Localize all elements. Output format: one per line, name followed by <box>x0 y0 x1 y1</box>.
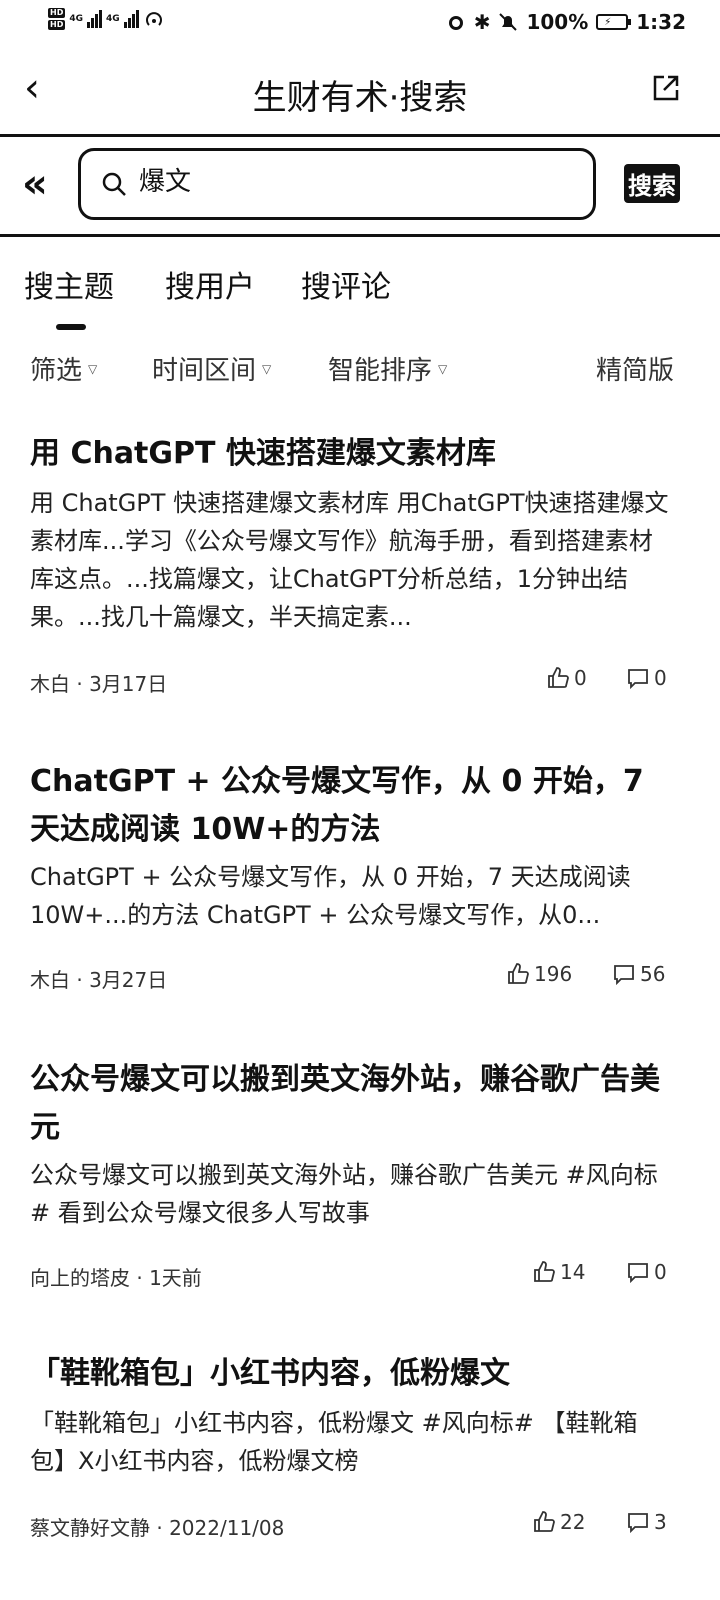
hd-badges: HD HD <box>48 8 66 30</box>
comment-count: 0 <box>654 1260 667 1284</box>
compact-mode-toggle[interactable]: 精简版 <box>596 350 674 387</box>
time-range-dropdown[interactable]: 时间区间 ▽ <box>152 350 271 387</box>
alarm-icon <box>448 16 463 30</box>
result-title: ChatGPT + 公众号爆文写作，从 0 开始，7 天达成阅读 10W+的方法 <box>30 764 644 847</box>
signal-icon <box>123 10 139 28</box>
result-title: 公众号爆文可以搬到英文海外站，赚谷歌广告美元 <box>30 1062 660 1145</box>
like-button[interactable]: 196 <box>506 962 572 986</box>
like-count: 196 <box>534 962 573 986</box>
comment-button[interactable]: 56 <box>612 962 665 986</box>
result-snippet: ChatGPT + 公众号爆文写作，从 0 开始，7 天达成阅读 10W+...… <box>30 863 631 929</box>
like-button[interactable]: 0 <box>546 666 587 690</box>
author-name[interactable]: 向上的塔皮 <box>30 1266 130 1290</box>
network-label: 4G <box>106 14 120 24</box>
comment-icon <box>628 669 648 690</box>
comment-count: 3 <box>654 1510 667 1534</box>
signal-icon <box>87 10 102 28</box>
filter-label: 筛选 <box>30 356 83 386</box>
result-snippet: 用 ChatGPT 快速搭建爆文素材库 用ChatGPT快速搭建爆文素材库...… <box>30 489 669 631</box>
comment-button[interactable]: 0 <box>626 666 667 690</box>
post-date: 2022/11/08 <box>169 1516 285 1540</box>
result-snippet: 公众号爆文可以搬到英文海外站，赚谷歌广告美元 #风向标# 看到公众号爆文很多人写… <box>30 1161 658 1227</box>
like-button[interactable]: 14 <box>532 1260 585 1284</box>
thumbs-up-icon <box>534 1511 555 1532</box>
thumbs-up-icon <box>508 963 529 984</box>
result-meta: 木白 · 3月27日 <box>30 968 168 992</box>
active-tab-indicator <box>56 324 86 330</box>
status-bar: HD HD 4G 4G ✱ 100% ⚡ 1:32 <box>0 0 720 50</box>
title-bar: ‹ 生财有术·搜索 <box>0 50 720 137</box>
result-meta: 蔡文静好文静 · 2022/11/08 <box>30 1516 285 1540</box>
filter-bar: 筛选 ▽ 时间区间 ▽ 智能排序 ▽ 精简版 <box>0 350 720 394</box>
comment-icon <box>628 1513 648 1534</box>
comment-count: 0 <box>654 666 667 690</box>
filter-dropdown[interactable]: 筛选 ▽ <box>30 350 97 387</box>
post-date: 3月17日 <box>89 672 168 696</box>
page-title: 生财有术·搜索 <box>252 78 468 118</box>
comment-button[interactable]: 0 <box>626 1260 667 1284</box>
search-box[interactable] <box>78 148 596 220</box>
tab-bar: 搜主题 搜用户 搜评论 <box>0 258 720 338</box>
like-button[interactable]: 22 <box>532 1510 585 1534</box>
hd-badge: HD <box>48 20 66 30</box>
result-meta: 木白 · 3月17日 <box>30 672 168 696</box>
search-input[interactable] <box>137 163 561 195</box>
sort-label: 智能排序 <box>328 356 433 386</box>
like-count: 0 <box>574 666 587 690</box>
network-label: 4G <box>69 14 83 24</box>
time-range-label: 时间区间 <box>152 356 257 386</box>
battery-percent: 100% <box>526 10 589 34</box>
result-title: 「鞋靴箱包」小红书内容，低粉爆文 <box>30 1356 510 1391</box>
hotspot-icon <box>145 12 162 26</box>
search-bar: « 搜索 <box>0 134 720 237</box>
caret-down-icon: ▽ <box>438 361 448 376</box>
mute-icon <box>499 13 518 31</box>
hd-badge: HD <box>48 8 66 18</box>
comment-button[interactable]: 3 <box>626 1510 667 1534</box>
thumbs-up-icon <box>534 1261 555 1282</box>
status-right: ✱ 100% ⚡ 1:32 <box>446 10 686 34</box>
comment-count: 56 <box>640 962 666 986</box>
result-title: 用 ChatGPT 快速搭建爆文素材库 <box>30 436 496 471</box>
like-count: 14 <box>560 1260 586 1284</box>
tab-users[interactable]: 搜用户 <box>165 262 255 306</box>
search-icon <box>102 172 126 196</box>
comment-icon <box>628 1263 648 1284</box>
clock: 1:32 <box>636 10 686 34</box>
comment-icon <box>614 965 634 986</box>
like-count: 22 <box>560 1510 586 1534</box>
status-left: HD HD 4G 4G <box>48 8 165 30</box>
post-date: 1天前 <box>149 1266 202 1290</box>
bluetooth-icon: ✱ <box>473 10 491 34</box>
result-meta: 向上的塔皮 · 1天前 <box>30 1266 202 1290</box>
author-name[interactable]: 蔡文静好文静 <box>30 1516 150 1540</box>
open-external-icon[interactable] <box>652 74 680 102</box>
author-name[interactable]: 木白 <box>30 672 70 696</box>
double-chevron-left-icon[interactable]: « <box>22 162 48 206</box>
tab-comments[interactable]: 搜评论 <box>301 262 391 306</box>
caret-down-icon: ▽ <box>262 361 272 376</box>
thumbs-up-icon <box>548 667 569 688</box>
sort-dropdown[interactable]: 智能排序 ▽ <box>328 350 447 387</box>
search-button[interactable]: 搜索 <box>624 164 680 203</box>
compact-mode-label: 精简版 <box>596 356 675 386</box>
tab-topics[interactable]: 搜主题 <box>24 262 114 306</box>
caret-down-icon: ▽ <box>88 361 98 376</box>
battery-icon: ⚡ <box>596 14 632 30</box>
author-name[interactable]: 木白 <box>30 968 70 992</box>
result-snippet: 「鞋靴箱包」小红书内容，低粉爆文 #风向标# 【鞋靴箱包】X小红书内容，低粉爆文… <box>30 1409 638 1475</box>
post-date: 3月27日 <box>89 968 168 992</box>
